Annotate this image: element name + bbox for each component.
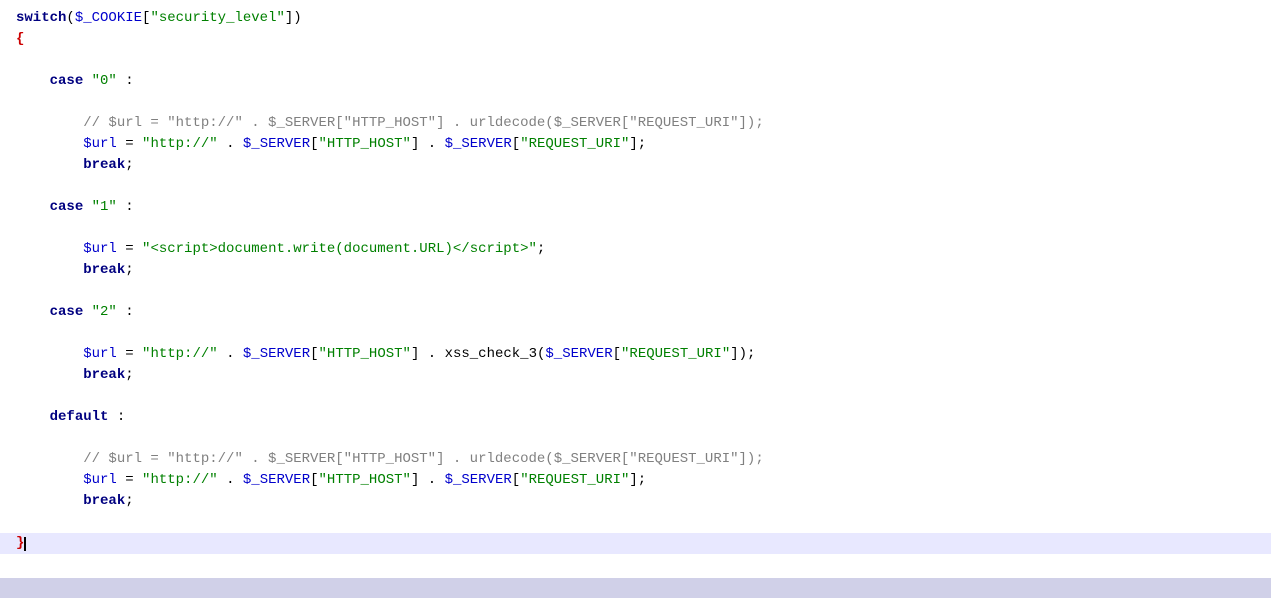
- code-line-14: [0, 281, 1271, 302]
- code-line-7: $url = "http://" . $_SERVER["HTTP_HOST"]…: [0, 134, 1271, 155]
- code-viewer: switch($_COOKIE["security_level"]) { cas…: [0, 0, 1271, 598]
- code-line-8: break;: [0, 155, 1271, 176]
- code-line-13: break;: [0, 260, 1271, 281]
- code-line-15: case "2" :: [0, 302, 1271, 323]
- code-line-1: switch($_COOKIE["security_level"]): [0, 8, 1271, 29]
- code-line-16: [0, 323, 1271, 344]
- code-line-22: // $url = "http://" . $_SERVER["HTTP_HOS…: [0, 449, 1271, 470]
- code-line-10: case "1" :: [0, 197, 1271, 218]
- code-line-17: $url = "http://" . $_SERVER["HTTP_HOST"]…: [0, 344, 1271, 365]
- code-line-6: // $url = "http://" . $_SERVER["HTTP_HOS…: [0, 113, 1271, 134]
- code-line-26: }: [0, 533, 1271, 554]
- code-line-20: default :: [0, 407, 1271, 428]
- code-line-23: $url = "http://" . $_SERVER["HTTP_HOST"]…: [0, 470, 1271, 491]
- code-line-12: $url = "<script>document.write(document.…: [0, 239, 1271, 260]
- code-line-2: {: [0, 29, 1271, 50]
- code-line-4: case "0" :: [0, 71, 1271, 92]
- code-line-9: [0, 176, 1271, 197]
- code-line-5: [0, 92, 1271, 113]
- code-line-18: break;: [0, 365, 1271, 386]
- code-line-19: [0, 386, 1271, 407]
- code-line-21: [0, 428, 1271, 449]
- bottom-status-bar: [0, 578, 1271, 598]
- code-line-11: [0, 218, 1271, 239]
- code-line-24: break;: [0, 491, 1271, 512]
- code-line-3: [0, 50, 1271, 71]
- code-line-25: [0, 512, 1271, 533]
